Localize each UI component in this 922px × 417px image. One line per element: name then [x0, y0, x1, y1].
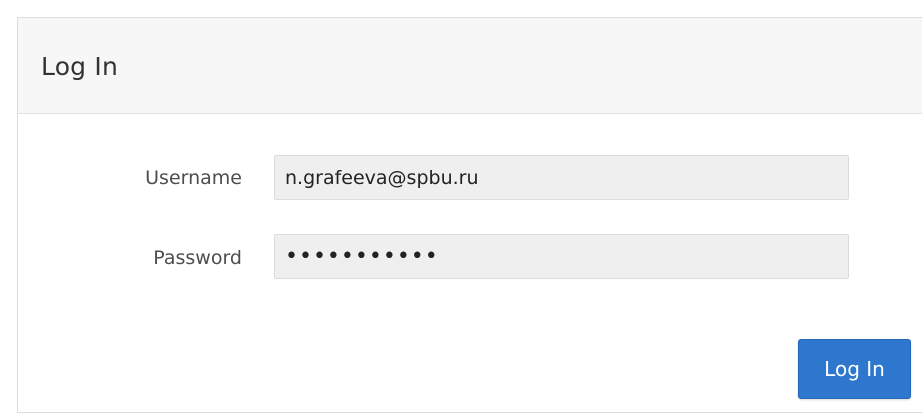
page-top-margin: [0, 0, 922, 17]
login-panel: Log In: [17, 17, 922, 413]
page-title: Log In: [41, 52, 119, 81]
username-label: Username: [145, 167, 242, 189]
username-input[interactable]: [274, 155, 849, 200]
password-input[interactable]: [274, 234, 849, 279]
login-button[interactable]: Log In: [798, 339, 911, 399]
password-label: Password: [153, 247, 242, 269]
panel-header: Log In: [18, 18, 922, 114]
